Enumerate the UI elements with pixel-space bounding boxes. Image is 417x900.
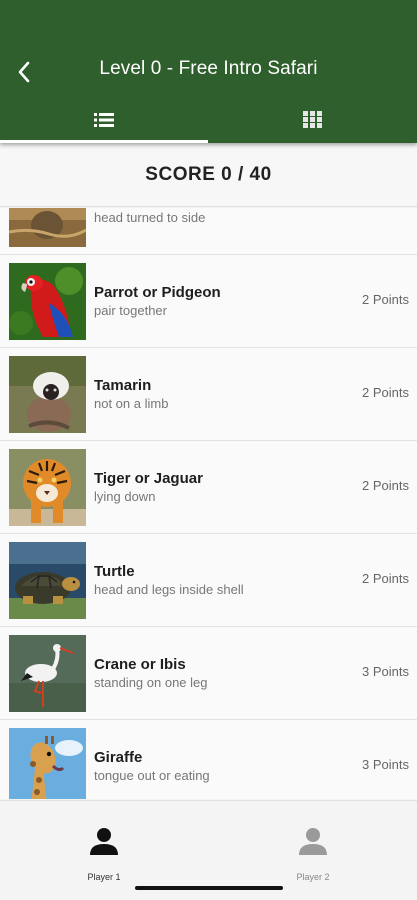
page-title: Level 0 - Free Intro Safari [99,58,318,79]
tab-grid-view[interactable] [209,96,417,143]
animal-list[interactable]: head turned to side Parrot or Pidgeon pa… [0,208,417,799]
app-bar: Level 0 - Free Intro Safari [0,0,417,143]
score-display: SCORE 0 / 40 [0,143,417,207]
person-icon [299,828,327,855]
list-item[interactable]: Crane or Ibis standing on one leg 3 Poin… [0,627,417,720]
item-points: 2 Points [362,385,409,400]
item-name: Crane or Ibis [94,656,186,673]
item-name: Parrot or Pidgeon [94,284,221,301]
nav-label: Player 1 [87,872,121,882]
list-item[interactable]: Parrot or Pidgeon pair together 2 Points [0,255,417,348]
item-points: 3 Points [362,757,409,772]
animal-photo [9,356,86,433]
item-points: 2 Points [362,292,409,307]
item-points: 2 Points [362,571,409,586]
list-item[interactable]: Tiger or Jaguar lying down 2 Points [0,441,417,534]
nav-label: Player 2 [296,872,330,882]
grid-icon [303,111,323,128]
item-detail: head and legs inside shell [94,582,244,597]
list-item[interactable]: Tamarin not on a limb 2 Points [0,348,417,441]
item-name: Turtle [94,563,135,580]
list-item[interactable]: Giraffe tongue out or eating 3 Points [0,720,417,799]
item-name: Tamarin [94,377,152,394]
home-indicator[interactable] [135,886,283,890]
person-icon [90,828,118,855]
animal-photo [9,208,86,247]
bottom-nav: Player 1 Player 2 [0,800,417,900]
view-tabs [0,96,417,143]
item-detail: tongue out or eating [94,768,210,783]
item-detail: not on a limb [94,396,169,411]
list-icon [94,112,115,127]
tab-indicator [0,140,208,143]
list-item[interactable]: Turtle head and legs inside shell 2 Poin… [0,534,417,627]
item-points: 2 Points [362,478,409,493]
list-item[interactable]: head turned to side [0,208,417,255]
item-detail: standing on one leg [94,675,208,690]
animal-photo [9,263,86,340]
item-detail: lying down [94,489,156,504]
tab-list-view[interactable] [0,96,209,143]
item-detail: head turned to side [94,210,206,225]
item-name: Giraffe [94,749,143,766]
animal-photo [9,542,86,619]
animal-photo [9,449,86,526]
item-points: 3 Points [362,664,409,679]
animal-photo [9,728,86,799]
item-name: Tiger or Jaguar [94,470,203,487]
item-detail: pair together [94,303,167,318]
animal-photo [9,635,86,712]
